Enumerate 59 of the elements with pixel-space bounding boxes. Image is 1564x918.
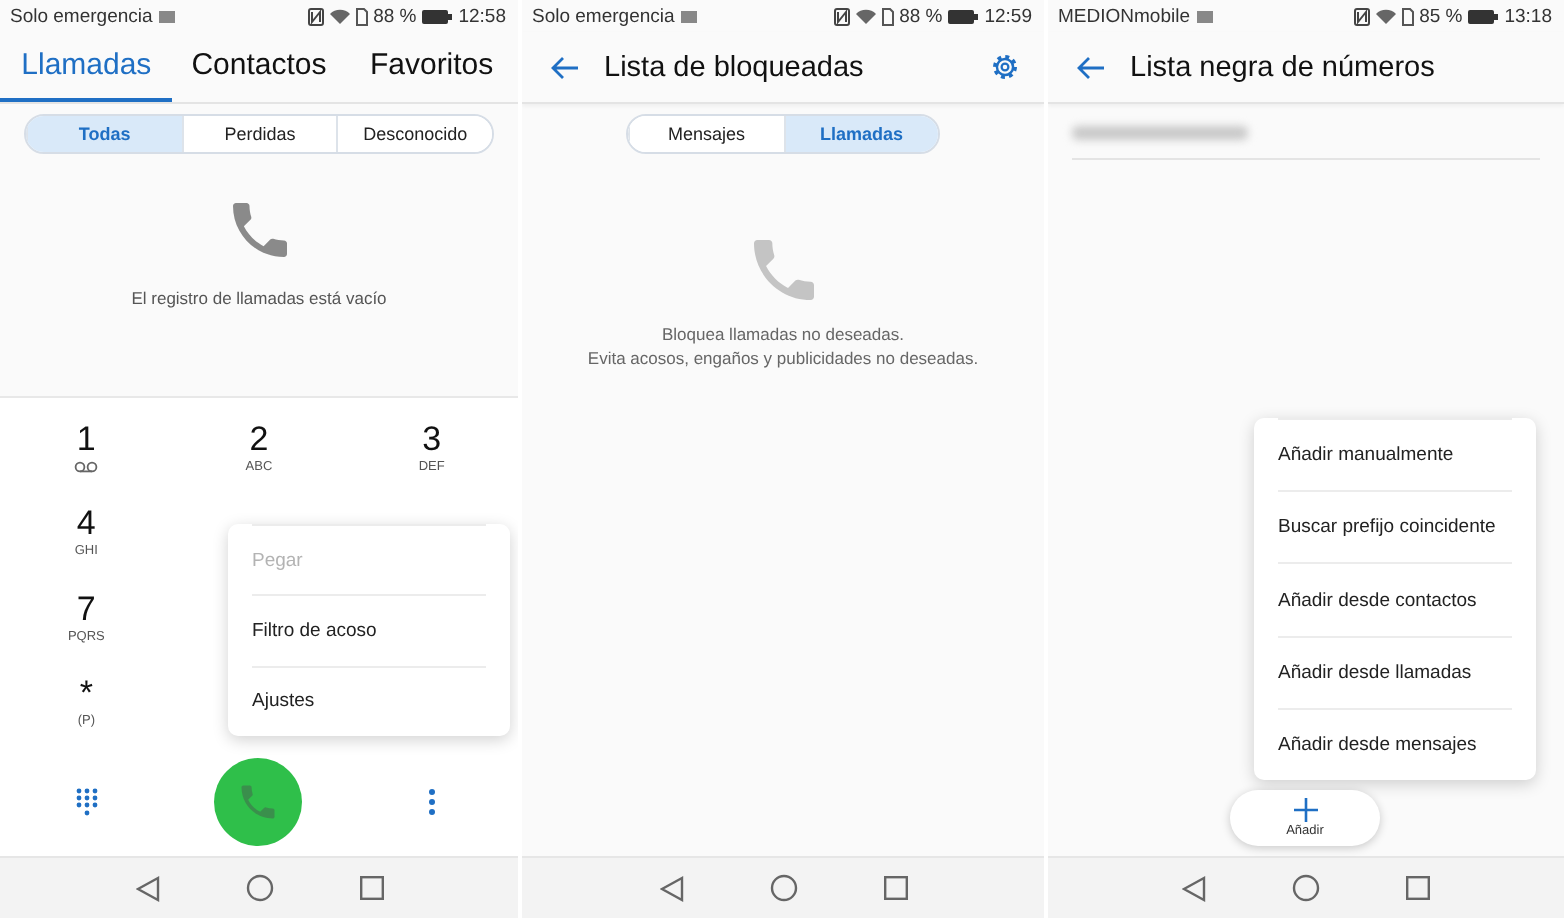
menu-item[interactable]: Añadir manualmente bbox=[1278, 418, 1512, 491]
back-icon[interactable] bbox=[659, 875, 683, 901]
battery-icon bbox=[422, 9, 453, 23]
recents-icon[interactable] bbox=[359, 876, 383, 900]
menu-item[interactable]: Añadir desde llamadas bbox=[1278, 635, 1512, 708]
plus-icon bbox=[1293, 798, 1317, 822]
battery-icon bbox=[1468, 9, 1499, 23]
screen-title: Lista negra de números bbox=[1130, 51, 1437, 83]
home-icon[interactable] bbox=[769, 874, 797, 902]
menu-item[interactable]: Añadir desde mensajes bbox=[1278, 707, 1512, 781]
filter-tab[interactable]: Llamadas bbox=[783, 116, 938, 152]
back-arrow-icon[interactable] bbox=[550, 55, 580, 79]
dialpad-icon[interactable] bbox=[75, 787, 98, 815]
carrier-name: MEDIONmobile bbox=[1058, 5, 1190, 27]
back-icon[interactable] bbox=[135, 875, 159, 901]
sim-icon bbox=[355, 7, 368, 25]
more-options-icon[interactable] bbox=[427, 787, 436, 815]
filter-tab[interactable]: Desconocido bbox=[336, 116, 492, 152]
screen-title: Lista de bloqueadas bbox=[604, 51, 866, 83]
menu-item[interactable]: Filtro de acoso bbox=[252, 594, 486, 666]
recents-icon[interactable] bbox=[883, 876, 907, 900]
carrier-name: Solo emergencia bbox=[532, 5, 675, 27]
clock-time: 12:58 bbox=[458, 5, 506, 27]
empty-message: El registro de llamadas está vacío bbox=[131, 286, 387, 310]
menu-item[interactable]: Añadir desde contactos bbox=[1278, 562, 1512, 636]
tab[interactable]: Contactos bbox=[172, 32, 346, 102]
nfc-icon bbox=[307, 7, 324, 25]
notification-icon bbox=[158, 9, 177, 23]
home-icon[interactable] bbox=[1292, 874, 1320, 902]
tab[interactable]: Favoritos bbox=[345, 32, 518, 102]
nfc-icon bbox=[1353, 7, 1370, 25]
battery-percent: 85 % bbox=[1419, 5, 1463, 27]
sim-icon bbox=[881, 7, 894, 25]
battery-percent: 88 % bbox=[899, 5, 943, 27]
home-icon[interactable] bbox=[245, 874, 273, 902]
notification-icon bbox=[680, 9, 699, 23]
nfc-icon bbox=[833, 7, 850, 25]
back-icon[interactable] bbox=[1182, 875, 1206, 901]
dial-key[interactable]: 1 bbox=[36, 406, 137, 491]
clock-time: 12:59 bbox=[984, 5, 1032, 27]
menu-item[interactable]: Ajustes bbox=[252, 665, 486, 736]
voicemail-icon bbox=[74, 457, 99, 476]
call-button[interactable] bbox=[214, 757, 303, 845]
recents-icon[interactable] bbox=[1406, 876, 1430, 900]
wifi-icon bbox=[855, 8, 876, 24]
tab[interactable]: Llamadas bbox=[0, 32, 173, 102]
wifi-icon bbox=[329, 8, 350, 24]
carrier-name: Solo emergencia bbox=[10, 5, 153, 27]
clock-time: 13:18 bbox=[1504, 5, 1552, 27]
empty-message: Bloquea llamadas no deseadas. Evita acosos, engaños y publicidades no deseadas. bbox=[587, 322, 979, 370]
notification-icon bbox=[1196, 9, 1214, 23]
filter-tab[interactable]: Todas bbox=[26, 116, 182, 152]
sim-icon bbox=[1401, 7, 1414, 25]
battery-percent: 88 % bbox=[373, 5, 417, 27]
back-arrow-icon[interactable] bbox=[1076, 55, 1106, 79]
menu-item[interactable]: Buscar prefijo coincidente bbox=[1278, 490, 1512, 563]
settings-icon[interactable] bbox=[990, 52, 1020, 82]
battery-icon bbox=[948, 9, 979, 23]
wifi-icon bbox=[1375, 8, 1396, 24]
